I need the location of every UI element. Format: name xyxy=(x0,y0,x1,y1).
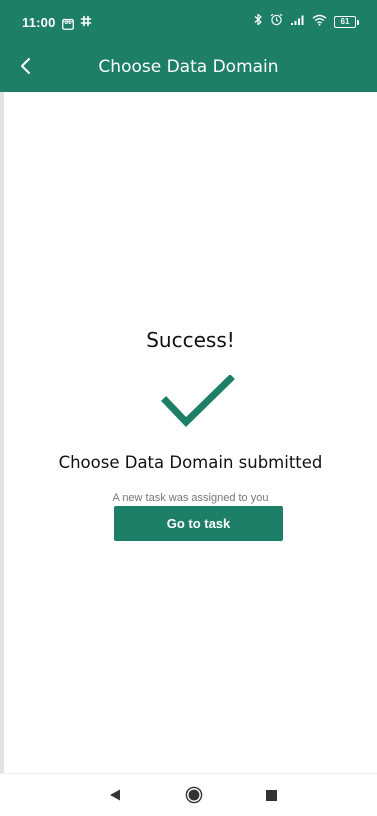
calendar-icon: 31 xyxy=(62,17,74,30)
success-title: Success! xyxy=(146,328,235,352)
signal-icon xyxy=(290,13,305,31)
calendar-day: 31 xyxy=(64,20,72,26)
battery-tip xyxy=(357,19,359,25)
wifi-icon xyxy=(312,13,327,31)
go-to-task-button[interactable]: Go to task xyxy=(114,506,283,541)
status-time: 11:00 xyxy=(22,15,56,30)
battery-level: 61 xyxy=(334,16,356,28)
status-bar: 11:00 31 61 xyxy=(0,0,377,44)
battery-icon: 61 xyxy=(334,16,359,28)
system-nav-bar xyxy=(0,773,377,816)
submitted-message: Choose Data Domain submitted xyxy=(58,453,323,472)
home-circle-icon[interactable] xyxy=(185,786,203,804)
bluetooth-icon xyxy=(254,13,263,31)
assigned-message: A new task was assigned to you xyxy=(112,492,269,504)
page-title: Choose Data Domain xyxy=(98,57,279,77)
phone-screen: 11:00 31 61 Choose Data Domain Success! … xyxy=(0,0,377,816)
main-content: Success! Choose Data Domain submitted A … xyxy=(0,92,377,773)
back-triangle-icon[interactable] xyxy=(108,788,122,802)
recents-square-icon[interactable] xyxy=(266,790,277,801)
status-right-icons: 61 xyxy=(254,13,359,31)
checkmark-icon xyxy=(161,374,235,431)
slack-icon xyxy=(80,14,92,32)
alarm-icon xyxy=(270,13,283,31)
app-bar: Choose Data Domain xyxy=(0,44,377,92)
status-left-icons: 31 xyxy=(62,14,92,32)
